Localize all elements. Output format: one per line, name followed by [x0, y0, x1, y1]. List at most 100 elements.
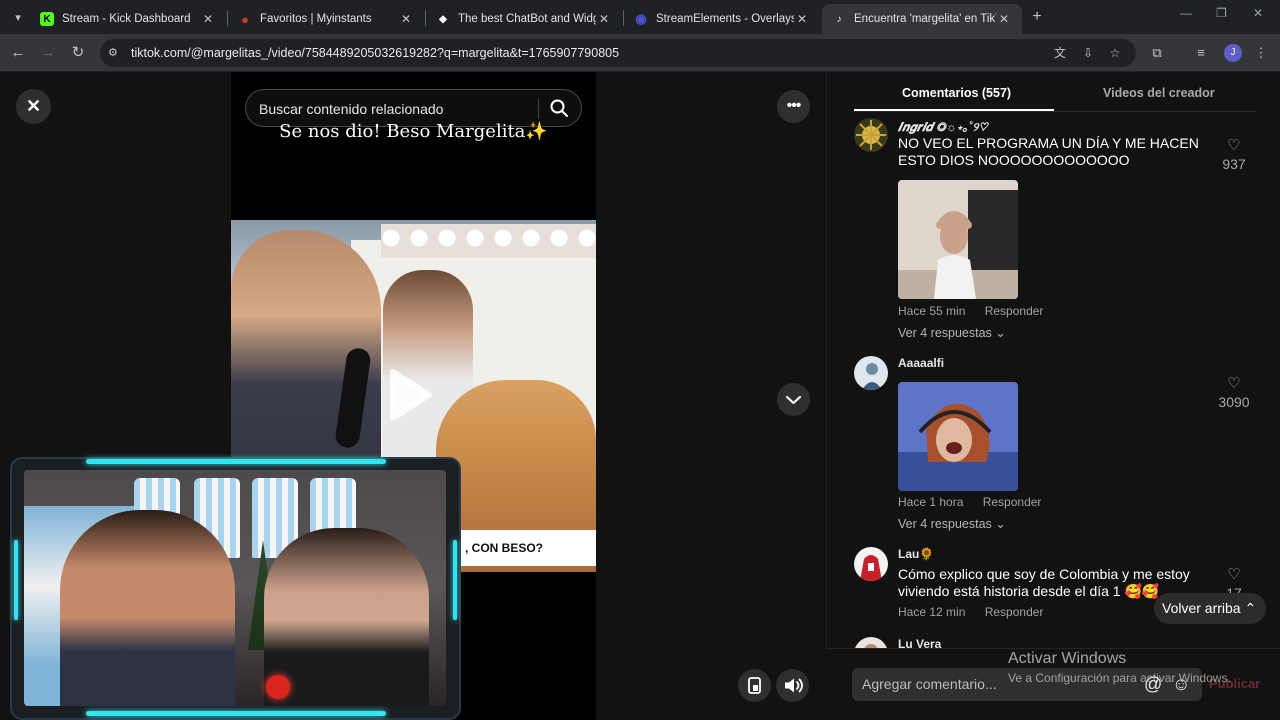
tab-kick-dashboard[interactable]: K Stream - Kick Dashboard ✕ [30, 4, 226, 34]
comment-meta: Hace 12 min Responder [898, 605, 1043, 619]
comment-placeholder: Agregar comentario... [862, 676, 997, 692]
reaction-photo [898, 180, 1018, 299]
myinstants-favicon-icon: ● [241, 11, 249, 27]
heart-icon[interactable]: ♡ [1214, 138, 1254, 154]
back-to-top-button[interactable]: Volver arriba ⌃ [1154, 593, 1266, 624]
tab-tiktok-search[interactable]: ♪ Encuentra 'margelita' en TikTok ✕ [822, 4, 1022, 34]
active-tab-indicator [854, 109, 1054, 111]
chevron-down-icon [785, 395, 802, 405]
profile-avatar[interactable]: J [1224, 44, 1242, 62]
avatar[interactable] [854, 356, 888, 390]
streamelements-favicon-icon: ◉ [635, 11, 647, 26]
back-arrow-icon[interactable]: ← [8, 43, 28, 63]
tab-chatbot-widgets[interactable]: ◆ The best ChatBot and Widgets ✕ [426, 4, 622, 34]
media-controls-icon[interactable]: ≡ [1192, 44, 1210, 62]
avatar[interactable] [854, 118, 888, 152]
like-count: 937 [1222, 156, 1246, 172]
avatar-image [854, 356, 888, 390]
comment-username[interactable]: Aaaaalfi [898, 356, 944, 370]
heart-icon[interactable]: ♡ [1214, 376, 1254, 392]
streamer-woman [264, 528, 429, 706]
close-video-button[interactable]: ✕ [16, 89, 51, 124]
tab-title: Favoritos | Myinstants [260, 13, 372, 25]
comment-meta: Hace 1 hora Responder [898, 495, 1041, 509]
browser-tab-bar: ▾ K Stream - Kick Dashboard ✕ ● Favorito… [0, 0, 1280, 34]
speaker-icon [785, 678, 803, 693]
streamer-man [60, 510, 235, 706]
comment-time: Hace 55 min [898, 304, 966, 318]
tab-creator-videos[interactable]: Videos del creador [1103, 86, 1215, 100]
search-icon[interactable] [549, 98, 569, 118]
tab-comments[interactable]: Comentarios (557) [902, 86, 1011, 100]
tiktok-favicon-icon: ♪ [836, 13, 842, 25]
close-tab-icon[interactable]: ✕ [996, 12, 1012, 26]
comment-meta: Hace 55 min Responder [898, 304, 1043, 318]
like-control[interactable]: ♡ 937 [1214, 138, 1254, 173]
close-tab-icon[interactable]: ✕ [596, 12, 612, 26]
volume-button[interactable] [776, 669, 809, 702]
extensions-puzzle-icon[interactable]: ⧉ [1148, 44, 1166, 62]
new-tab-plus-icon[interactable]: + [1028, 8, 1046, 26]
tab-search-chevron-icon[interactable]: ▾ [8, 7, 28, 27]
comment-text: NO VEO EL PROGRAMA UN DÍA Y ME HACEN EST… [898, 135, 1199, 168]
overlay-bar-right [453, 540, 457, 620]
translate-icon[interactable]: 文 [1052, 45, 1068, 61]
video-text-banner: , CON BESO? [458, 530, 596, 566]
reply-link[interactable]: Responder [983, 495, 1042, 509]
close-tab-icon[interactable]: ✕ [398, 12, 414, 26]
install-app-icon[interactable]: ⇩ [1080, 45, 1096, 61]
heart-icon[interactable]: ♡ [1214, 567, 1254, 583]
tab-streamelements[interactable]: ◉ StreamElements - Overlays ✕ [624, 4, 820, 34]
url-text[interactable]: tiktok.com/@margelitas_/video/7584489205… [131, 46, 619, 60]
close-tab-icon[interactable]: ✕ [200, 12, 216, 26]
comment-username[interactable]: 𝑰𝒏𝒈𝒓𝒊𝒅 ◎☼⋆｡˚୨♡ [898, 118, 988, 135]
tab-myinstants[interactable]: ● Favoritos | Myinstants ✕ [228, 4, 424, 34]
avatar[interactable] [854, 547, 888, 581]
view-replies-link[interactable]: Ver 4 respuestas ⌄ [898, 516, 1006, 531]
search-divider [538, 99, 539, 119]
red-lamp [266, 675, 290, 699]
windows-activation-subtitle: Ve a Configuración para activar Windows. [1008, 671, 1231, 685]
address-bar[interactable]: ⚙ tiktok.com/@margelitas_/video/75844892… [100, 39, 1136, 67]
minimize-window-icon[interactable]: — [1180, 6, 1192, 20]
reply-link[interactable]: Responder [985, 605, 1044, 619]
windows-activation-title: Activar Windows [1008, 650, 1127, 667]
overlay-bar-left [14, 540, 18, 620]
overlay-bar-bottom [86, 711, 386, 716]
like-control[interactable]: ♡ 3090 [1214, 376, 1254, 411]
comment-image[interactable] [898, 180, 1018, 299]
forward-arrow-icon[interactable]: → [38, 43, 58, 63]
overlay-bar-top [86, 459, 386, 464]
comment-image[interactable] [898, 382, 1018, 491]
comment-username[interactable]: Lau🌻 [898, 547, 934, 561]
site-info-icon[interactable]: ⚙ [108, 46, 122, 60]
flower-garland [381, 224, 596, 258]
picture-in-picture-button[interactable] [738, 669, 771, 702]
kick-favicon-icon: K [40, 12, 54, 26]
view-replies-link[interactable]: Ver 4 respuestas ⌄ [898, 325, 1006, 340]
reload-icon[interactable]: ↻ [68, 43, 88, 63]
comment-item: 𝑰𝒏𝒈𝒓𝒊𝒅 ◎☼⋆｡˚୨♡ NO VEO EL PROGRAMA UN DÍA… [854, 118, 1254, 340]
like-count: 3090 [1218, 394, 1250, 410]
chrome-menu-kebab-icon[interactable]: ⋮ [1252, 44, 1270, 62]
reaction-photo [898, 382, 1018, 491]
tab-title: StreamElements - Overlays [656, 13, 794, 25]
chatbot-favicon-icon: ◆ [439, 13, 447, 25]
reply-link[interactable]: Responder [985, 304, 1044, 318]
search-placeholder: Buscar contenido relacionado [259, 101, 444, 117]
video-caption: Se nos dio! Beso Margelita✨ [279, 121, 548, 142]
bookmark-star-icon[interactable]: ☆ [1107, 45, 1123, 61]
comment-item: Aaaaalfi Hace 1 hora Responder Ver 4 res… [854, 356, 1254, 536]
avatar-image [854, 118, 888, 152]
close-window-icon[interactable]: ✕ [1253, 6, 1263, 20]
floating-player-icon [748, 677, 761, 694]
tab-title: Stream - Kick Dashboard [62, 13, 191, 25]
tab-title: Encuentra 'margelita' en TikTok [854, 13, 996, 25]
close-tab-icon[interactable]: ✕ [794, 12, 810, 26]
browser-toolbar: ← → ↻ ⚙ tiktok.com/@margelitas_/video/75… [0, 34, 1280, 72]
play-icon[interactable] [371, 360, 441, 430]
more-options-button[interactable]: ••• [777, 90, 810, 123]
next-video-button[interactable] [777, 383, 810, 416]
avatar-image [854, 547, 888, 581]
restore-window-icon[interactable]: ❐ [1216, 6, 1227, 20]
